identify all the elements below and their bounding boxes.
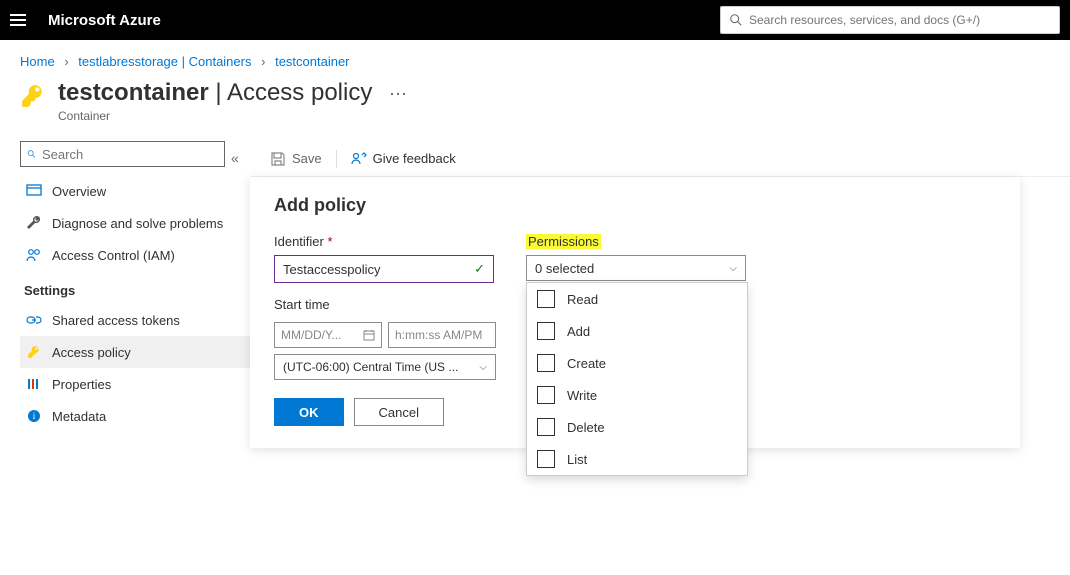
page-header: testcontainer | Access policy ⋯ Containe… xyxy=(0,79,1070,141)
search-icon xyxy=(27,148,36,160)
cancel-button[interactable]: Cancel xyxy=(354,398,444,426)
save-icon xyxy=(270,151,286,167)
collapse-sidebar-icon[interactable]: « xyxy=(231,150,239,166)
page-subtitle: Container xyxy=(58,109,407,123)
breadcrumb-item[interactable]: testcontainer xyxy=(275,54,349,69)
nav-label: Diagnose and solve problems xyxy=(52,216,223,231)
toolbar: Save Give feedback xyxy=(250,141,1070,177)
checkbox-icon xyxy=(537,290,555,308)
save-button[interactable]: Save xyxy=(270,151,322,167)
people-icon xyxy=(26,247,42,263)
chevron-right-icon: › xyxy=(64,54,68,69)
properties-icon xyxy=(26,376,42,392)
global-search-input[interactable] xyxy=(749,13,1051,27)
identifier-label: Identifier * xyxy=(274,234,496,249)
sidebar: « Overview Diagnose and solve problems A… xyxy=(20,141,250,432)
search-icon xyxy=(729,13,743,27)
sidebar-item-diagnose[interactable]: Diagnose and solve problems xyxy=(20,207,250,239)
calendar-icon xyxy=(363,329,375,341)
topbar: Microsoft Azure xyxy=(0,0,1070,40)
checkbox-icon xyxy=(537,386,555,404)
sidebar-item-iam[interactable]: Access Control (IAM) xyxy=(20,239,250,271)
add-policy-panel: Add policy Identifier * Testaccesspolicy… xyxy=(250,177,1020,448)
checkmark-icon: ✓ xyxy=(474,261,485,277)
wrench-icon xyxy=(26,215,42,231)
sidebar-item-access-policy[interactable]: Access policy xyxy=(20,336,250,368)
permissions-label: Permissions xyxy=(526,234,746,249)
feedback-icon xyxy=(351,151,367,167)
nav-label: Access Control (IAM) xyxy=(52,248,175,263)
sidebar-item-properties[interactable]: Properties xyxy=(20,368,250,400)
permissions-select[interactable]: 0 selected ⌵ Read Add Create Write Delet… xyxy=(526,255,746,281)
start-time-label: Start time xyxy=(274,297,496,312)
menu-icon[interactable] xyxy=(10,10,30,30)
ok-button[interactable]: OK xyxy=(274,398,344,426)
checkbox-icon xyxy=(537,322,555,340)
permission-option-list[interactable]: List xyxy=(527,443,747,475)
permission-option-write[interactable]: Write xyxy=(527,379,747,411)
breadcrumb-item[interactable]: Home xyxy=(20,54,55,69)
sidebar-item-overview[interactable]: Overview xyxy=(20,175,250,207)
breadcrumb: Home › testlabresstorage | Containers › … xyxy=(0,40,1070,79)
permission-option-delete[interactable]: Delete xyxy=(527,411,747,443)
toolbar-divider xyxy=(336,150,337,168)
nav-label: Shared access tokens xyxy=(52,313,180,328)
identifier-input[interactable]: Testaccesspolicy ✓ xyxy=(274,255,494,283)
overview-icon xyxy=(26,183,42,199)
more-icon[interactable]: ⋯ xyxy=(389,84,407,104)
global-search[interactable] xyxy=(720,6,1060,34)
info-icon: i xyxy=(26,408,42,424)
page-title: testcontainer | Access policy ⋯ xyxy=(58,79,407,107)
permission-option-add[interactable]: Add xyxy=(527,315,747,347)
panel-title: Add policy xyxy=(274,195,996,216)
feedback-button[interactable]: Give feedback xyxy=(351,151,456,167)
key-icon xyxy=(20,79,46,112)
chevron-down-icon: ⌵ xyxy=(479,362,487,373)
nav-label: Properties xyxy=(52,377,111,392)
sidebar-item-sas[interactable]: Shared access tokens xyxy=(20,304,250,336)
checkbox-icon xyxy=(537,354,555,372)
breadcrumb-item[interactable]: testlabresstorage | Containers xyxy=(78,54,251,69)
permission-option-create[interactable]: Create xyxy=(527,347,747,379)
sidebar-search[interactable] xyxy=(20,141,225,167)
link-icon xyxy=(26,312,42,328)
brand-label: Microsoft Azure xyxy=(48,12,161,29)
permission-option-read[interactable]: Read xyxy=(527,283,747,315)
start-time-input[interactable]: h:mm:ss AM/PM xyxy=(388,322,496,348)
nav-label: Metadata xyxy=(52,409,106,424)
nav-group-settings: Settings xyxy=(24,283,250,298)
start-date-input[interactable]: MM/DD/Y... xyxy=(274,322,382,348)
timezone-select[interactable]: (UTC-06:00) Central Time (US ... ⌵ xyxy=(274,354,496,380)
checkbox-icon xyxy=(537,418,555,436)
chevron-down-icon: ⌵ xyxy=(729,263,737,274)
checkbox-icon xyxy=(537,450,555,468)
sidebar-search-input[interactable] xyxy=(42,147,218,162)
key-icon xyxy=(26,344,42,360)
chevron-right-icon: › xyxy=(261,54,265,69)
nav-label: Access policy xyxy=(52,345,131,360)
nav-label: Overview xyxy=(52,184,106,199)
content: Save Give feedback No results Add policy… xyxy=(250,141,1070,432)
permissions-dropdown: Read Add Create Write Delete List xyxy=(526,282,748,476)
sidebar-item-metadata[interactable]: i Metadata xyxy=(20,400,250,432)
